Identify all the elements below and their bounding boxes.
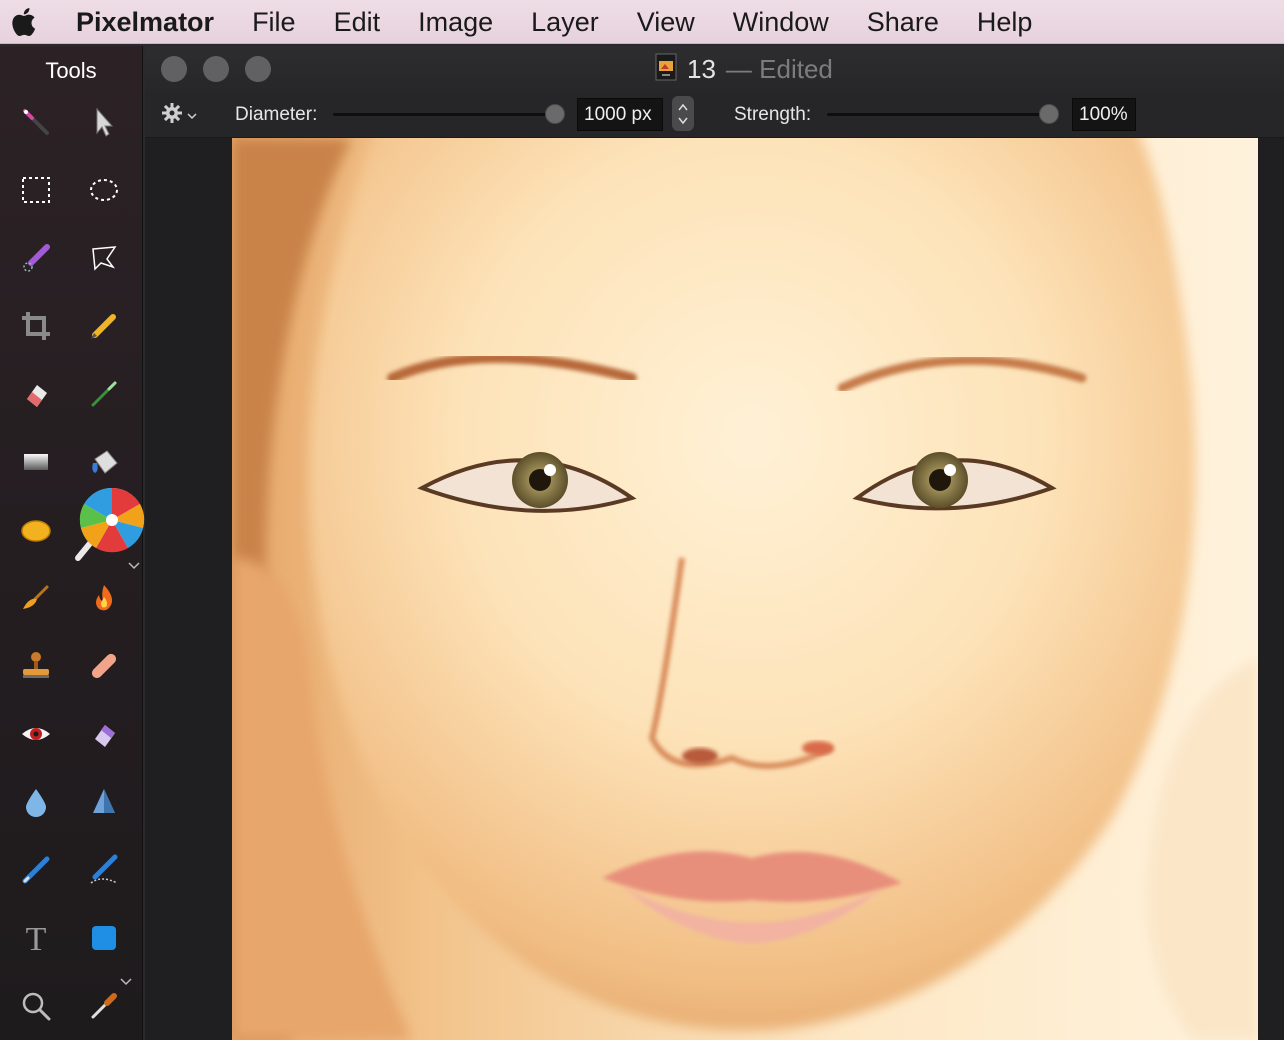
tools-title: Tools [45, 58, 97, 83]
document-window: 13 — Edited Diameter: 1000 px Strength: … [145, 46, 1284, 1040]
svg-text:T: T [26, 921, 47, 955]
red-eye-tool-icon[interactable] [12, 710, 60, 758]
pen-tool-icon[interactable] [12, 846, 60, 894]
burn-tool-icon[interactable] [80, 574, 128, 622]
apple-logo-icon[interactable] [0, 0, 46, 44]
lasso-tool-icon[interactable] [80, 234, 128, 282]
rect-marquee-tool-icon[interactable] [12, 166, 60, 214]
menu-window[interactable]: Window [714, 0, 848, 44]
eyedropper-tool-icon[interactable] [80, 982, 128, 1030]
menu-bar: Pixelmator File Edit Image Layer View Wi… [0, 0, 1284, 44]
document-edited-status: — Edited [725, 53, 833, 84]
shape-tool-icon[interactable] [80, 914, 128, 962]
magic-wand-tool-icon[interactable] [12, 98, 60, 146]
diameter-stepper[interactable] [672, 96, 694, 131]
minimize-window-button[interactable] [203, 56, 229, 82]
pencil-tool-icon[interactable] [80, 302, 128, 350]
blur-tool-icon[interactable] [12, 778, 60, 826]
chevron-down-icon[interactable] [126, 558, 142, 574]
menu-image[interactable]: Image [399, 0, 512, 44]
paint-bucket-tool-icon[interactable] [80, 438, 128, 486]
strength-slider-track[interactable] [827, 113, 1057, 116]
menu-layer[interactable]: Layer [512, 0, 618, 44]
menu-file[interactable]: File [233, 0, 315, 44]
clone-stamp-tool-icon[interactable] [12, 642, 60, 690]
title-bar: 13 — Edited [145, 46, 1284, 92]
quick-selection-tool-icon[interactable] [12, 234, 60, 282]
menu-help[interactable]: Help [958, 0, 1052, 44]
pxm-document-icon [655, 53, 677, 86]
freeform-pen-tool-icon[interactable] [80, 846, 128, 894]
canvas-photo[interactable] [232, 138, 1258, 1040]
document-number: 13 [687, 53, 716, 84]
strength-value-field[interactable]: 100% [1072, 98, 1136, 131]
color-adjust-lollipop-tool-icon[interactable] [66, 484, 146, 564]
close-window-button[interactable] [161, 56, 187, 82]
diameter-slider-track[interactable] [333, 113, 563, 116]
sharpen-tool-icon[interactable] [80, 778, 128, 826]
diameter-value-field[interactable]: 1000 px [577, 98, 663, 131]
repair-tool-icon[interactable] [80, 710, 128, 758]
type-tool-icon[interactable]: T [12, 914, 60, 962]
menu-view[interactable]: View [618, 0, 714, 44]
brush-tool-icon[interactable] [80, 370, 128, 418]
document-title: 13 — Edited [655, 46, 833, 92]
canvas-area[interactable] [145, 138, 1284, 1040]
tools-panel: Tools T [0, 46, 146, 1040]
menu-edit[interactable]: Edit [315, 0, 400, 44]
strength-label: Strength: [734, 104, 812, 125]
gear-icon [161, 102, 183, 129]
diameter-label: Diameter: [235, 104, 318, 125]
diameter-slider-knob[interactable] [545, 104, 565, 124]
menu-app-name[interactable]: Pixelmator [46, 0, 233, 44]
menu-share[interactable]: Share [848, 0, 958, 44]
tool-options-bar: Diameter: 1000 px Strength: 100% [145, 92, 1284, 138]
zoom-tool-icon[interactable] [12, 982, 60, 1030]
zoom-window-button[interactable] [245, 56, 271, 82]
eraser-tool-icon[interactable] [12, 370, 60, 418]
heal-tool-icon[interactable] [80, 642, 128, 690]
sponge-tool-icon[interactable] [12, 506, 60, 554]
chevron-down-icon [187, 107, 197, 125]
ellipse-marquee-tool-icon[interactable] [80, 166, 128, 214]
smudge-tool-icon[interactable] [12, 574, 60, 622]
settings-menu-button[interactable] [161, 102, 197, 129]
arrange-pointer-tool-icon[interactable] [80, 98, 128, 146]
gradient-tool-icon[interactable] [12, 438, 60, 486]
strength-slider-knob[interactable] [1039, 104, 1059, 124]
crop-tool-icon[interactable] [12, 302, 60, 350]
